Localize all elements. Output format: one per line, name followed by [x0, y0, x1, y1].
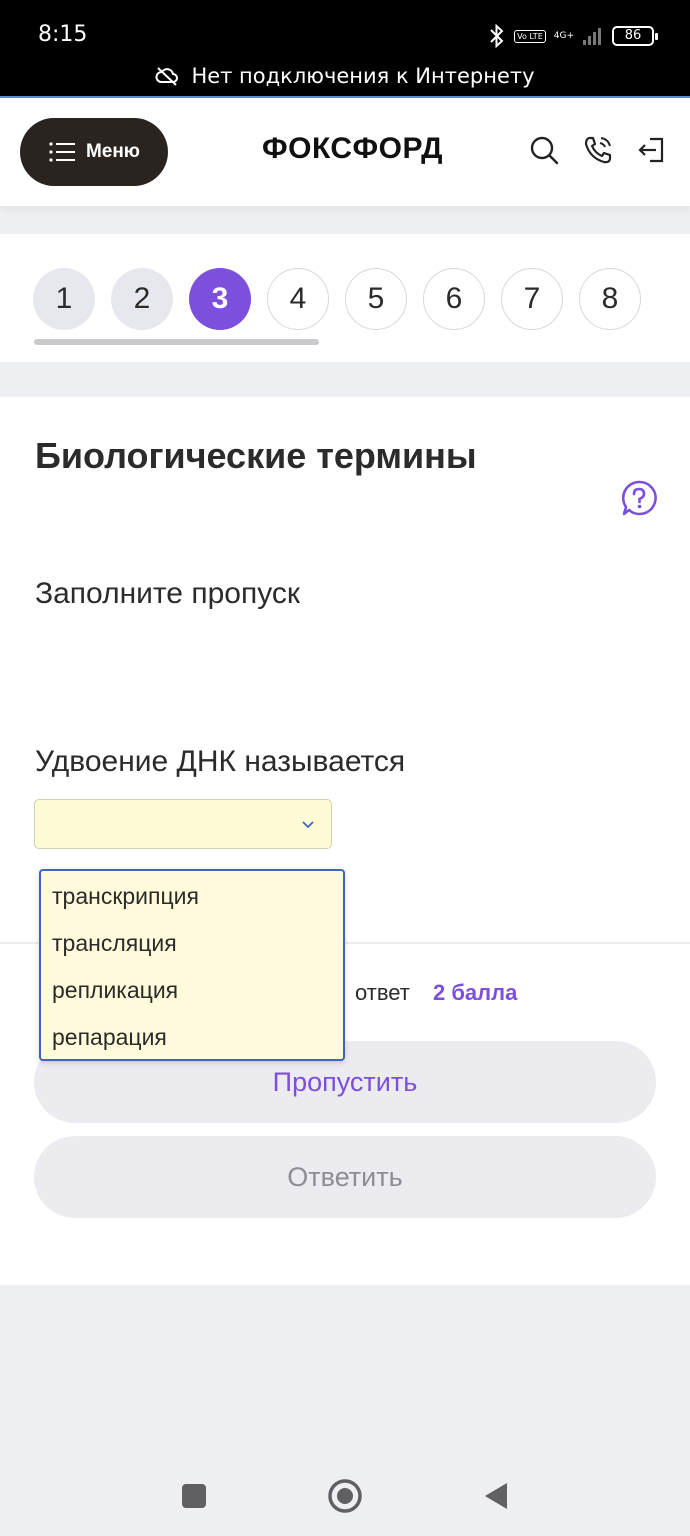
- home-icon[interactable]: [327, 1478, 363, 1514]
- offline-message: Нет подключения к Интернету: [191, 64, 535, 88]
- phone-icon[interactable]: [582, 134, 614, 166]
- question-stepper: 1 2 3 4 5 6 7 8: [0, 234, 690, 362]
- step-6[interactable]: 6: [423, 268, 485, 330]
- offline-banner: Нет подключения к Интернету: [0, 64, 690, 88]
- step-1[interactable]: 1: [33, 268, 95, 330]
- status-bar: 8:15 Vo LTE 4G+ 86 Нет подключения к Инт…: [0, 0, 690, 96]
- step-4[interactable]: 4: [267, 268, 329, 330]
- progress-bar: [34, 339, 319, 345]
- task-instruction: Заполните пропуск: [35, 577, 300, 610]
- battery-icon: 86: [612, 26, 658, 46]
- option-reparation[interactable]: репарация: [41, 1018, 343, 1065]
- volte-icon: Vo LTE: [514, 29, 546, 43]
- option-replication[interactable]: репликация: [41, 971, 343, 1018]
- step-3[interactable]: 3: [189, 268, 251, 330]
- step-8[interactable]: 8: [579, 268, 641, 330]
- chevron-down-icon: [302, 821, 314, 829]
- search-icon[interactable]: [528, 134, 560, 166]
- option-transcription[interactable]: транскрипция: [41, 877, 343, 924]
- bluetooth-icon: [490, 24, 504, 48]
- answer-select[interactable]: [34, 799, 332, 849]
- clock: 8:15: [38, 22, 88, 47]
- login-icon[interactable]: [636, 134, 668, 166]
- cloud-off-icon: [155, 67, 179, 86]
- option-translation[interactable]: трансляция: [41, 924, 343, 971]
- network-type: 4G+: [553, 30, 574, 41]
- score-points: 2 балла: [433, 980, 518, 1005]
- step-7[interactable]: 7: [501, 268, 563, 330]
- system-nav-bar: [0, 1440, 690, 1536]
- task-card: Биологические термины Заполните пропуск …: [0, 397, 690, 1285]
- question-text: Удвоение ДНК называется: [35, 745, 406, 778]
- help-icon[interactable]: [620, 479, 658, 517]
- logo[interactable]: ФОКСФОРД: [262, 132, 443, 166]
- answer-options-list: транскрипция трансляция репликация репар…: [39, 869, 345, 1061]
- step-5[interactable]: 5: [345, 268, 407, 330]
- system-icons: Vo LTE 4G+ 86: [488, 22, 658, 50]
- recents-icon[interactable]: [181, 1483, 207, 1509]
- hamburger-icon: [49, 142, 75, 162]
- task-title: Биологические термины: [35, 435, 477, 476]
- step-2[interactable]: 2: [111, 268, 173, 330]
- menu-button[interactable]: Меню: [20, 118, 168, 186]
- score-label: ответ: [355, 980, 410, 1005]
- site-header: Меню ФОКСФОРД: [0, 96, 690, 206]
- back-icon[interactable]: [482, 1481, 510, 1511]
- answer-button[interactable]: Ответить: [34, 1136, 656, 1218]
- signal-icon: [583, 28, 601, 45]
- menu-label: Меню: [85, 141, 141, 162]
